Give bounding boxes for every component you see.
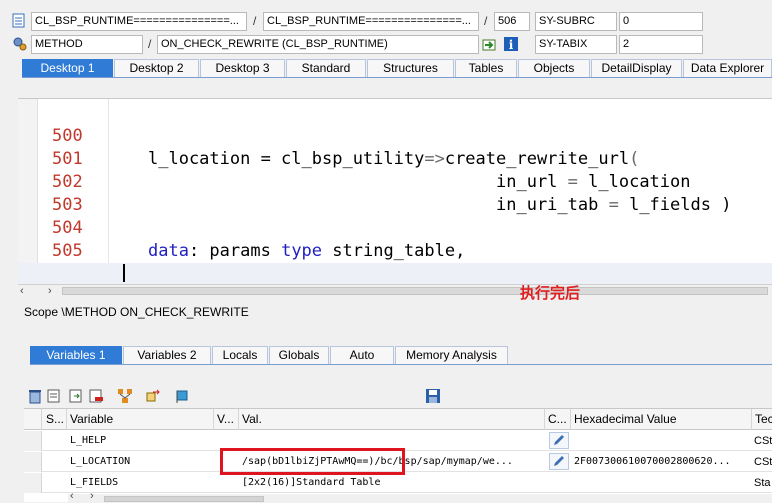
- scroll-thumb[interactable]: [104, 496, 264, 502]
- variable-name[interactable]: L_HELP: [70, 431, 106, 451]
- edit-pencil-icon[interactable]: [549, 432, 569, 449]
- tab-desktop-1[interactable]: Desktop 1: [22, 59, 113, 77]
- program-field[interactable]: CL_BSP_RUNTIME===============...: [31, 12, 247, 31]
- column-header-v[interactable]: V...: [215, 409, 239, 430]
- tab-variables-2[interactable]: Variables 2: [123, 346, 211, 364]
- row-selector[interactable]: [24, 452, 42, 472]
- hex-value: 2F007300610070002800620...: [574, 456, 731, 467]
- separator: /: [484, 14, 488, 28]
- column-header-value[interactable]: Val.: [240, 409, 545, 430]
- tab-desktop-3[interactable]: Desktop 3: [200, 59, 285, 77]
- code-line: 502 in_uri_tab = l_fields ): [18, 148, 772, 215]
- scroll-left-icon[interactable]: ‹: [20, 285, 24, 297]
- transfer-icon[interactable]: [145, 388, 161, 404]
- edit-pencil-icon[interactable]: [549, 453, 569, 470]
- scope-label: Scope \METHOD ON_CHECK_REWRITE: [24, 305, 249, 319]
- variables-tab-strip: Variables 1 Variables 2 Locals Globals A…: [30, 346, 772, 365]
- hierarchy-icon[interactable]: [117, 388, 133, 404]
- info-icon[interactable]: i: [503, 36, 519, 52]
- code-line: 505 l_sep type string.: [18, 217, 772, 284]
- tab-objects[interactable]: Objects: [518, 59, 590, 77]
- remove-row-icon[interactable]: [88, 388, 104, 404]
- tab-desktop-2[interactable]: Desktop 2: [114, 59, 199, 77]
- tech-type: Sta: [754, 477, 771, 489]
- tab-tables[interactable]: Tables: [455, 59, 517, 77]
- column-header-tech[interactable]: Tec: [753, 409, 772, 430]
- variable-value[interactable]: [2x2(16)]Standard Table: [242, 473, 380, 493]
- tech-type: CSt: [754, 435, 772, 447]
- scroll-thumb[interactable]: [62, 287, 768, 295]
- editor-scrollbar[interactable]: ‹ ›: [18, 284, 772, 297]
- insert-row-icon[interactable]: [68, 388, 84, 404]
- tab-structures[interactable]: Structures: [367, 59, 454, 77]
- sysvar-name-field[interactable]: SY-SUBRC: [535, 12, 617, 31]
- new-variable-icon[interactable]: [46, 388, 62, 404]
- event-type-field[interactable]: METHOD: [31, 35, 143, 54]
- scroll-right-icon[interactable]: ›: [90, 490, 94, 502]
- column-header-change[interactable]: C...: [546, 409, 571, 430]
- scroll-right-icon[interactable]: ›: [48, 285, 52, 297]
- tab-data-explorer[interactable]: Data Explorer: [683, 59, 772, 77]
- highlight-box: [220, 448, 405, 475]
- variable-name[interactable]: L_FIELDS: [70, 473, 118, 493]
- separator: /: [253, 14, 257, 28]
- sysvar-value-field-2[interactable]: 2: [619, 35, 703, 54]
- tab-memory-analysis[interactable]: Memory Analysis: [395, 346, 508, 364]
- line-number-field[interactable]: 506: [494, 12, 530, 31]
- row-selector[interactable]: [24, 431, 42, 451]
- code-line: 500 l_location = cl_bsp_utility=>create_…: [18, 102, 772, 169]
- row-selector[interactable]: [24, 473, 42, 493]
- tab-variables-1[interactable]: Variables 1: [30, 346, 122, 364]
- gear-icon: [12, 36, 28, 52]
- column-header-variable[interactable]: Variable: [68, 409, 214, 430]
- sysvar-value-field[interactable]: 0: [619, 12, 703, 31]
- flag-icon[interactable]: [174, 388, 190, 404]
- code-line: 504 data: params type string_table,: [18, 194, 772, 261]
- text-caret: [123, 264, 125, 282]
- tech-type: CSt: [754, 456, 772, 468]
- table-row[interactable]: L_FIELDS [2x2(16)]Standard Table Sta: [24, 473, 772, 493]
- navigate-icon[interactable]: [482, 37, 498, 53]
- column-header-hex[interactable]: Hexadecimal Value: [572, 409, 752, 430]
- variable-name[interactable]: L_LOCATION: [70, 452, 130, 472]
- table-header: S... Variable V... Val. C... Hexadecimal…: [24, 409, 772, 430]
- code-line: 501 in_url = l_location: [18, 125, 772, 192]
- table-header-cell: [24, 409, 42, 430]
- program-icon: [12, 13, 28, 29]
- include-field[interactable]: CL_BSP_RUNTIME===============...: [263, 12, 479, 31]
- scroll-left-icon[interactable]: ‹: [70, 490, 74, 502]
- svg-text:i: i: [509, 38, 514, 52]
- tab-globals[interactable]: Globals: [269, 346, 329, 364]
- sysvar-name-field-2[interactable]: SY-TABIX: [535, 35, 617, 54]
- desktop-tab-strip: Desktop 1 Desktop 2 Desktop 3 Standard S…: [22, 59, 772, 78]
- event-name-field[interactable]: ON_CHECK_REWRITE (CL_BSP_RUNTIME): [157, 35, 479, 54]
- code-line: 507: [18, 263, 772, 284]
- separator: /: [148, 37, 152, 51]
- column-header-status[interactable]: S...: [43, 409, 67, 430]
- annotation-label: 执行完后: [520, 285, 581, 302]
- tab-auto[interactable]: Auto: [330, 346, 394, 364]
- tab-detail-display[interactable]: DetailDisplay: [591, 59, 682, 77]
- code-line-current: 506 split l_location at '?' into l_pre l…: [18, 240, 772, 284]
- code-editor[interactable]: 500 l_location = cl_bsp_utility=>create_…: [18, 98, 772, 284]
- code-line: 503: [18, 171, 772, 215]
- save-icon[interactable]: [425, 388, 441, 404]
- tab-locals[interactable]: Locals: [212, 346, 268, 364]
- delete-icon[interactable]: [27, 388, 43, 404]
- tab-standard[interactable]: Standard: [286, 59, 366, 77]
